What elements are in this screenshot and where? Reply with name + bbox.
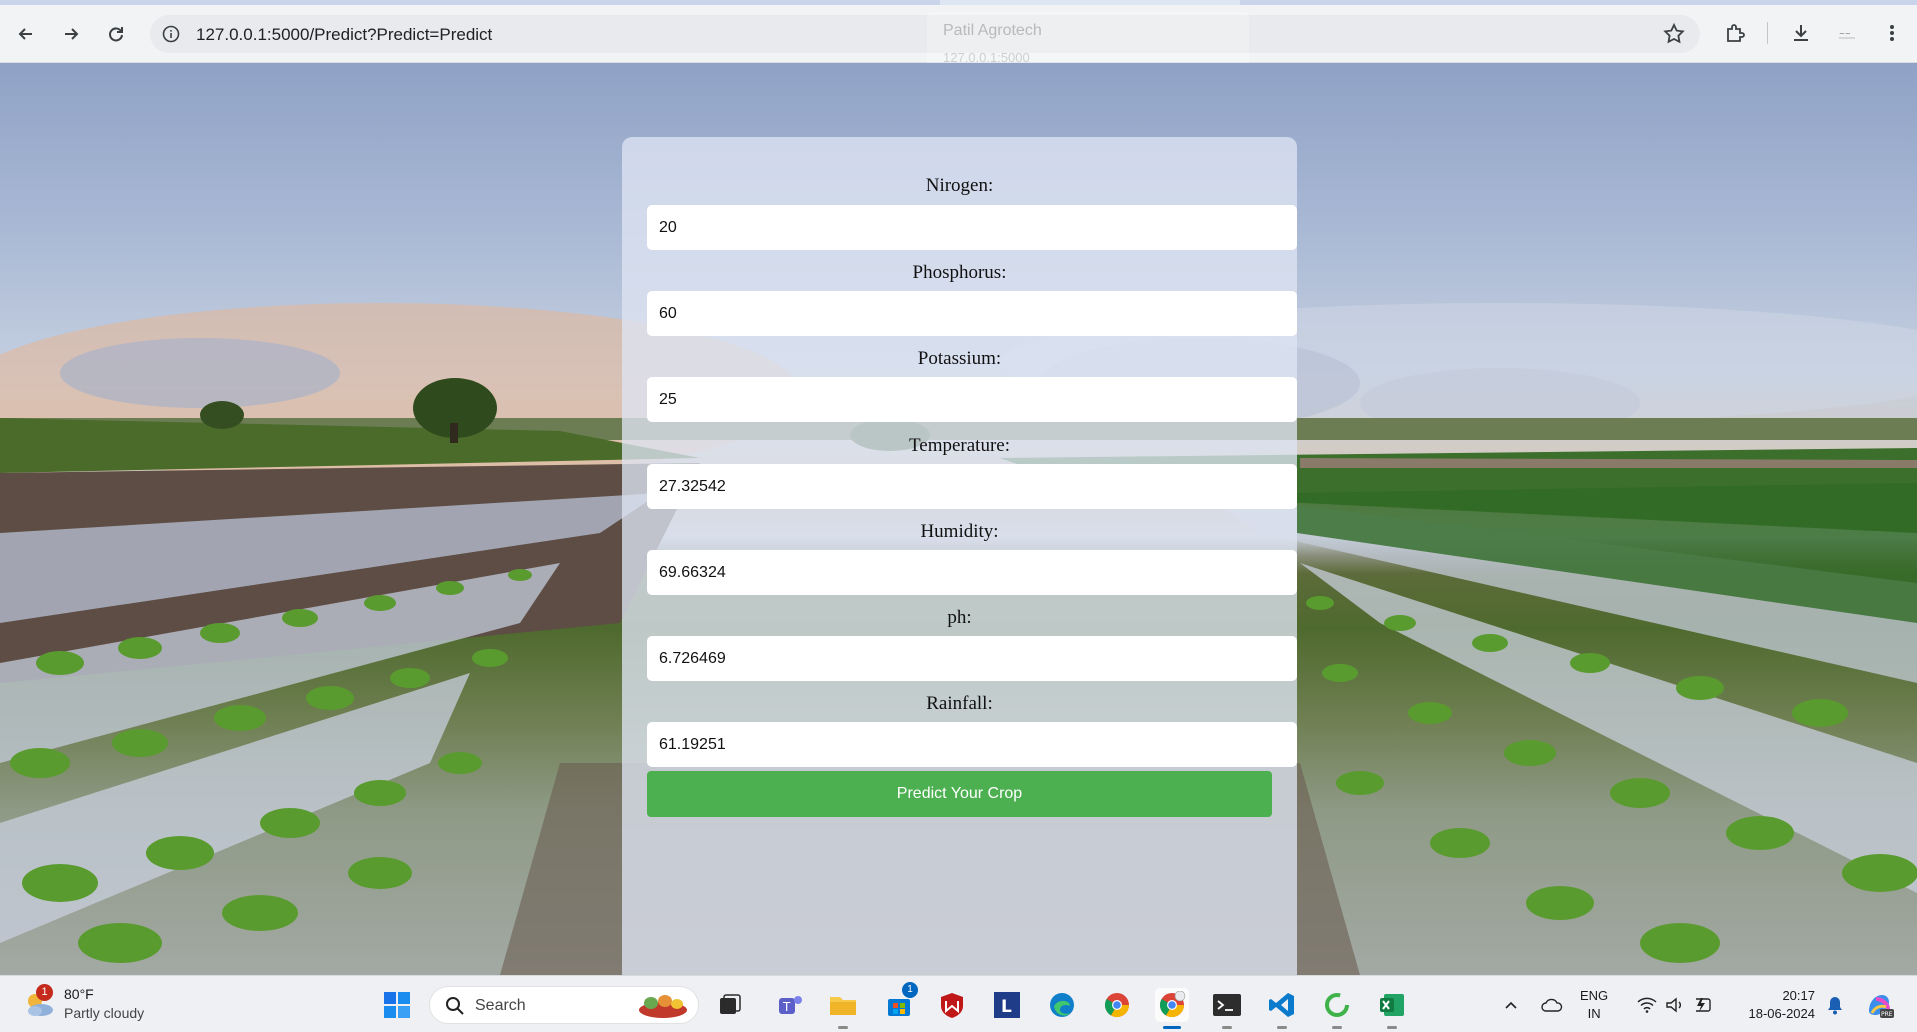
terminal-icon (1213, 994, 1241, 1016)
chevron-up-icon (1505, 1001, 1517, 1009)
region-code: IN (1587, 1006, 1601, 1021)
wifi-icon (1637, 997, 1657, 1013)
search-highlight-icon (639, 995, 687, 1018)
speaker-icon (1666, 997, 1681, 1013)
chrome-profile-icon (1159, 991, 1186, 1018)
loader-app[interactable] (1320, 988, 1354, 1029)
back-arrow-icon (18, 28, 32, 40)
system-clock[interactable]: 20:17 18-06-2024 (1735, 987, 1816, 1023)
copilot-icon: PRE (1869, 995, 1894, 1018)
copilot-button[interactable]: PRE (1862, 988, 1896, 1022)
weather-temperature: 80°F (64, 986, 94, 1002)
search-icon (446, 997, 464, 1015)
mcafee-shield-icon (941, 993, 963, 1018)
battery-status[interactable] (1686, 988, 1720, 1022)
task-view-button[interactable] (713, 988, 747, 1022)
potassium-input[interactable] (647, 377, 1297, 422)
onedrive-button[interactable] (1535, 988, 1569, 1022)
edge-app[interactable] (1045, 988, 1079, 1022)
chrome-icon (1104, 993, 1129, 1018)
microsoft-store-app[interactable]: 1 (882, 982, 918, 1022)
url-text[interactable]: 127.0.0.1:5000/Predict?Predict=Predict (196, 25, 492, 45)
search-label: Search (475, 997, 526, 1014)
download-icon[interactable] (1786, 18, 1816, 48)
ph-label: ph: (947, 607, 972, 628)
address-bar[interactable]: 127.0.0.1:5000/Predict?Predict=Predict (150, 15, 1700, 53)
terminal-app[interactable] (1210, 988, 1244, 1029)
back-button[interactable] (10, 18, 42, 50)
temperature-label: Temperature: (908, 435, 1010, 456)
bell-icon (1828, 997, 1842, 1015)
chrome-app-active[interactable] (1155, 988, 1189, 1029)
humidity-label: Humidity: (920, 521, 999, 542)
excel-icon (1380, 994, 1404, 1016)
temperature-input[interactable] (647, 464, 1297, 509)
windows-taskbar: 1 80°F Partly cloudy Search T 1 L ENG IN… (0, 975, 1917, 1032)
weather-condition: Partly cloudy (64, 1005, 145, 1021)
ring-loader-icon (1325, 993, 1349, 1017)
potassium-label: Potassium: (917, 348, 1002, 369)
vscode-app[interactable] (1265, 988, 1299, 1029)
svg-text:PRE: PRE (1881, 1011, 1893, 1018)
forward-arrow-icon (65, 28, 79, 40)
teams-app[interactable]: T (773, 988, 807, 1022)
excel-app[interactable] (1375, 988, 1409, 1029)
folder-icon (830, 997, 856, 1015)
rainfall-input[interactable] (647, 722, 1297, 767)
crop-prediction-form: Nirogen: Phosphorus: Potassium: Temperat… (622, 137, 1297, 975)
svg-text:~~: ~~ (1839, 30, 1851, 38)
file-explorer-app[interactable] (826, 988, 860, 1029)
edge-icon (1050, 993, 1074, 1017)
predict-crop-button[interactable]: Predict Your Crop (647, 771, 1272, 817)
battery-charging-icon (1696, 998, 1711, 1012)
bookmark-star-icon[interactable] (1662, 22, 1686, 51)
windows-logo-icon (384, 992, 410, 1018)
chrome-app[interactable] (1100, 988, 1134, 1022)
weather-alert-badge: 1 (36, 984, 53, 1001)
language-code: ENG (1580, 988, 1609, 1003)
reload-icon (109, 27, 123, 42)
kebab-menu-icon[interactable] (1877, 18, 1907, 48)
weather-widget[interactable]: 1 80°F Partly cloudy (22, 984, 172, 1026)
phosphorus-input[interactable] (647, 291, 1297, 336)
store-notification-badge: 1 (902, 982, 918, 998)
taskbar-search[interactable]: Search (429, 986, 699, 1024)
phosphorus-label: Phosphorus: (912, 262, 1007, 283)
task-view-icon (720, 994, 741, 1014)
svg-text:T: T (782, 1000, 791, 1014)
clock-date: 18-06-2024 (1748, 1006, 1816, 1021)
humidity-input[interactable] (647, 550, 1297, 595)
reload-button[interactable] (100, 18, 132, 50)
rainfall-label: Rainfall: (926, 693, 993, 714)
cloud-icon (1541, 998, 1563, 1012)
page-background: Nirogen: Phosphorus: Potassium: Temperat… (0, 63, 1917, 975)
mcafee-app[interactable] (935, 988, 969, 1022)
language-indicator[interactable]: ENG IN (1580, 987, 1608, 1023)
teams-icon: T (779, 996, 802, 1014)
nitrogen-input[interactable] (647, 205, 1297, 250)
ph-input[interactable] (647, 636, 1297, 681)
clock-time: 20:17 (1782, 988, 1815, 1003)
forward-button[interactable] (55, 18, 87, 50)
tab-preview-title: Patil Agrotech (943, 22, 1042, 39)
nitrogen-label: Nirogen: (925, 175, 994, 196)
notifications-button[interactable] (1818, 988, 1852, 1022)
toolbar-divider (1767, 22, 1768, 44)
letter-l-icon: L (994, 992, 1020, 1018)
start-button[interactable] (380, 988, 414, 1022)
site-info-icon[interactable] (160, 23, 182, 45)
svg-text:L: L (1001, 997, 1012, 1017)
profile-avatar[interactable]: ~~ (1832, 18, 1862, 48)
vscode-icon (1269, 993, 1294, 1017)
extensions-icon[interactable] (1720, 18, 1750, 48)
tab-strip (0, 0, 1917, 5)
show-hidden-icons-button[interactable] (1494, 988, 1528, 1022)
l-app[interactable]: L (990, 988, 1024, 1022)
